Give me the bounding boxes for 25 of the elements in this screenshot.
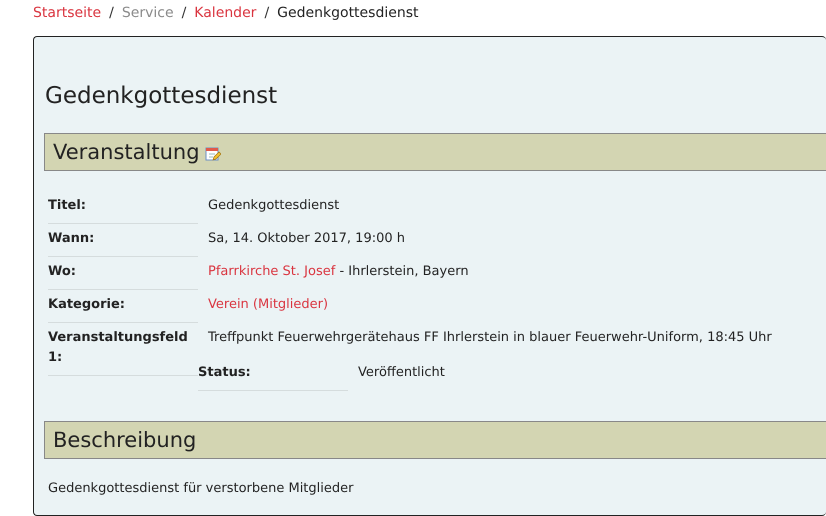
breadcrumb-separator: / <box>264 5 270 21</box>
description-text: Gedenkgottesdienst für verstorbene Mitglieder <box>48 481 354 496</box>
field-label: Wo: <box>48 261 198 290</box>
page-title: Gedenkgottesdienst <box>45 82 278 110</box>
field-value: Treffpunkt Feuerwehrgerätehaus FF Ihrlerstein in blauer Feuerwehr-Uniform, 18:45 Uhr <box>208 330 772 345</box>
field-value: - Ihrlerstein, Bayern <box>338 264 469 279</box>
breadcrumb-link[interactable]: Startseite <box>33 5 102 21</box>
field-value: Gedenkgottesdienst <box>208 198 340 213</box>
breadcrumb-separator: / <box>182 5 186 21</box>
edit-icon[interactable] <box>204 146 221 162</box>
field-label: Veranstaltungsfeld 1: <box>48 327 198 376</box>
breadcrumb-label: Service <box>122 5 174 21</box>
section-heading: Veranstaltung <box>53 140 200 164</box>
field-label: Kategorie: <box>48 294 198 323</box>
field-value: Sa, 14. Oktober 2017, 19:00 h <box>208 231 406 246</box>
breadcrumb-label: Gedenkgottesdienst <box>277 5 418 21</box>
field-label: Status: <box>198 362 348 391</box>
value-link[interactable]: Verein (Mitglieder) <box>208 297 328 312</box>
field-label: Wann: <box>48 228 198 257</box>
breadcrumb-link[interactable]: Kalender <box>194 5 256 21</box>
field-label: Titel: <box>48 195 198 224</box>
value-link[interactable]: Pfarrkirche St. Josef <box>208 264 336 279</box>
breadcrumb-separator: / <box>109 5 114 21</box>
section-heading: Beschreibung <box>53 428 196 452</box>
field-value: Veröffentlicht <box>358 365 445 380</box>
